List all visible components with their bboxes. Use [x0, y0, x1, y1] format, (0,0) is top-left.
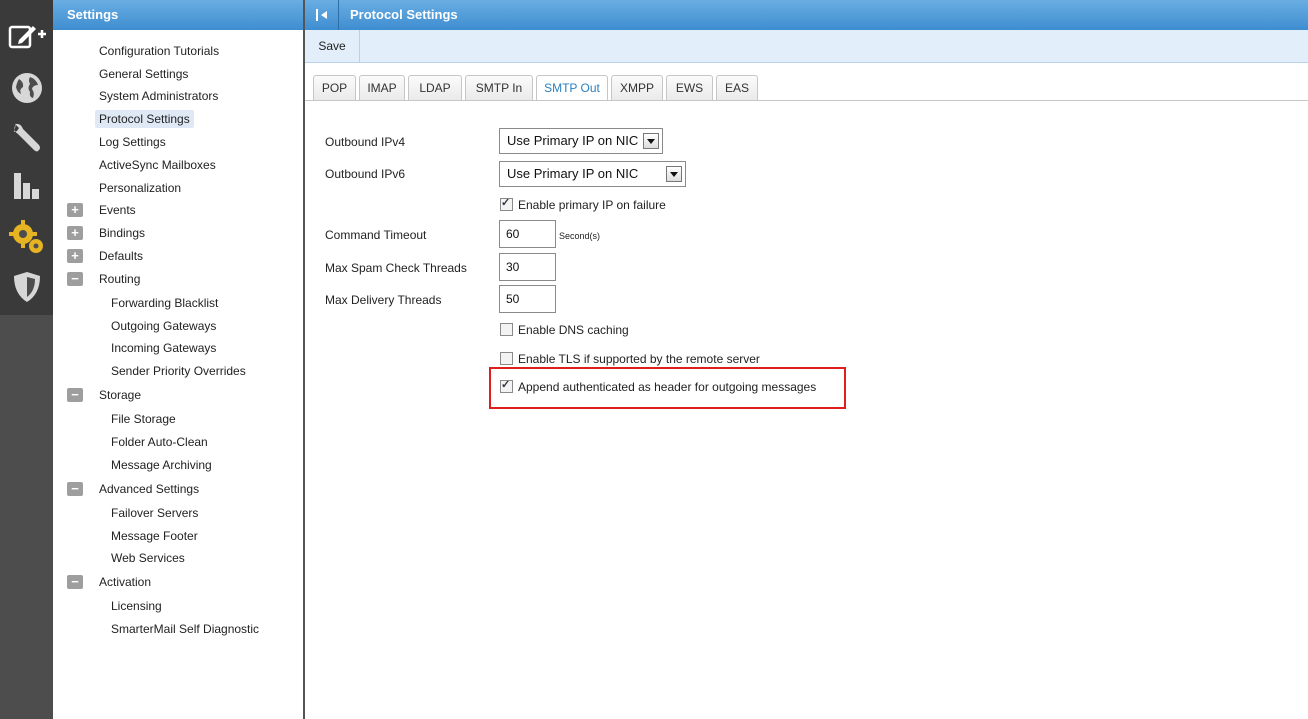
tree-item-system-administrators[interactable]: System Administrators: [99, 87, 218, 105]
tree-item-forwarding-blacklist[interactable]: Forwarding Blacklist: [111, 294, 218, 312]
collapse-advanced-settings-icon[interactable]: −: [67, 482, 83, 496]
enable-dns-caching-label: Enable DNS caching: [518, 323, 629, 337]
dropdown-arrow-icon: [666, 166, 682, 182]
tree-group-advanced-settings[interactable]: Advanced Settings: [99, 480, 199, 498]
tab-pop[interactable]: POP: [313, 75, 356, 100]
command-timeout-label: Command Timeout: [325, 228, 427, 242]
tab-imap[interactable]: IMAP: [359, 75, 405, 100]
tabs-baseline: [305, 100, 1308, 101]
tab-smtp-out[interactable]: SMTP Out: [536, 75, 608, 101]
settings-tree-title: Settings: [53, 0, 303, 30]
tree-item-message-archiving[interactable]: Message Archiving: [111, 456, 212, 474]
tab-ews[interactable]: EWS: [666, 75, 713, 100]
max-spam-threads-value: 30: [506, 260, 520, 274]
outbound-ipv4-select[interactable]: Use Primary IP on NIC: [499, 128, 663, 154]
outbound-ipv4-value: Use Primary IP on NIC: [507, 133, 639, 148]
collapse-left-icon: [315, 9, 327, 21]
tree-item-personalization[interactable]: Personalization: [99, 179, 181, 197]
tab-ldap[interactable]: LDAP: [408, 75, 462, 100]
protocol-settings-panel: Protocol Settings Save POP IMAP LDAP SMT…: [305, 0, 1308, 719]
collapse-routing-icon[interactable]: −: [67, 272, 83, 286]
tree-group-bindings[interactable]: Bindings: [99, 224, 145, 242]
main-header: Protocol Settings: [305, 0, 1308, 30]
enable-primary-ip-label: Enable primary IP on failure: [518, 198, 666, 212]
enable-tls-checkbox[interactable]: [500, 352, 513, 365]
dropdown-arrow-icon: [643, 133, 659, 149]
tree-group-storage[interactable]: Storage: [99, 386, 141, 404]
collapse-activation-icon[interactable]: −: [67, 575, 83, 589]
globe-icon[interactable]: [0, 65, 53, 111]
command-timeout-input[interactable]: 60: [499, 220, 556, 248]
app-icon-rail: [0, 0, 53, 719]
tree-item-configuration-tutorials[interactable]: Configuration Tutorials: [99, 42, 219, 60]
command-timeout-value: 60: [506, 227, 520, 241]
tree-item-log-settings[interactable]: Log Settings: [99, 133, 166, 151]
enable-tls-label: Enable TLS if supported by the remote se…: [518, 352, 760, 366]
tree-item-outgoing-gateways[interactable]: Outgoing Gateways: [111, 317, 216, 335]
tab-smtp-in[interactable]: SMTP In: [465, 75, 533, 100]
tree-item-message-footer[interactable]: Message Footer: [111, 527, 198, 545]
tree-item-activesync-mailboxes[interactable]: ActiveSync Mailboxes: [99, 156, 216, 174]
max-delivery-threads-label: Max Delivery Threads: [325, 293, 442, 307]
tree-item-licensing[interactable]: Licensing: [111, 597, 162, 615]
reports-icon[interactable]: [0, 163, 53, 209]
tree-item-general-settings[interactable]: General Settings: [99, 65, 188, 83]
max-spam-threads-input[interactable]: 30: [499, 253, 556, 281]
tree-item-self-diagnostic[interactable]: SmarterMail Self Diagnostic: [111, 620, 259, 638]
tree-group-defaults[interactable]: Defaults: [99, 247, 143, 265]
max-spam-threads-label: Max Spam Check Threads: [325, 261, 467, 275]
settings-tree-panel: Settings Configuration Tutorials General…: [53, 0, 303, 719]
highlight-box: [489, 367, 846, 409]
max-delivery-threads-input[interactable]: 50: [499, 285, 556, 313]
tree-item-sender-priority-overrides[interactable]: Sender Priority Overrides: [111, 362, 246, 380]
tab-eas[interactable]: EAS: [716, 75, 758, 100]
outbound-ipv6-select[interactable]: Use Primary IP on NIC: [499, 161, 686, 187]
expand-events-icon[interactable]: +: [67, 203, 83, 217]
collapse-storage-icon[interactable]: −: [67, 388, 83, 402]
collapse-panel-button[interactable]: [305, 0, 339, 30]
settings-gear-icon[interactable]: [0, 214, 53, 260]
tree-item-web-services[interactable]: Web Services: [111, 549, 185, 567]
outbound-ipv6-value: Use Primary IP on NIC: [507, 166, 639, 181]
max-delivery-threads-value: 50: [506, 292, 520, 306]
compose-icon[interactable]: [0, 14, 53, 60]
outbound-ipv4-label: Outbound IPv4: [325, 135, 406, 149]
tree-group-events[interactable]: Events: [99, 201, 136, 219]
enable-primary-ip-checkbox[interactable]: [500, 196, 513, 211]
tree-item-incoming-gateways[interactable]: Incoming Gateways: [111, 339, 216, 357]
tree-group-activation[interactable]: Activation: [99, 573, 151, 591]
expand-bindings-icon[interactable]: +: [67, 226, 83, 240]
tree-item-folder-auto-clean[interactable]: Folder Auto-Clean: [111, 433, 208, 451]
enable-dns-caching-checkbox[interactable]: [500, 323, 513, 336]
wrench-icon[interactable]: [0, 114, 53, 160]
tree-group-routing[interactable]: Routing: [99, 270, 140, 288]
command-timeout-unit: Second(s): [559, 231, 601, 241]
outbound-ipv6-label: Outbound IPv6: [325, 167, 406, 181]
tab-xmpp[interactable]: XMPP: [611, 75, 663, 100]
page-title: Protocol Settings: [350, 7, 458, 22]
save-button[interactable]: Save: [305, 30, 360, 62]
toolbar: Save: [305, 30, 1308, 63]
tree-item-protocol-settings[interactable]: Protocol Settings: [95, 110, 194, 128]
tree-item-file-storage[interactable]: File Storage: [111, 410, 176, 428]
security-shield-icon[interactable]: [0, 264, 53, 310]
expand-defaults-icon[interactable]: +: [67, 249, 83, 263]
tree-item-failover-servers[interactable]: Failover Servers: [111, 504, 198, 522]
